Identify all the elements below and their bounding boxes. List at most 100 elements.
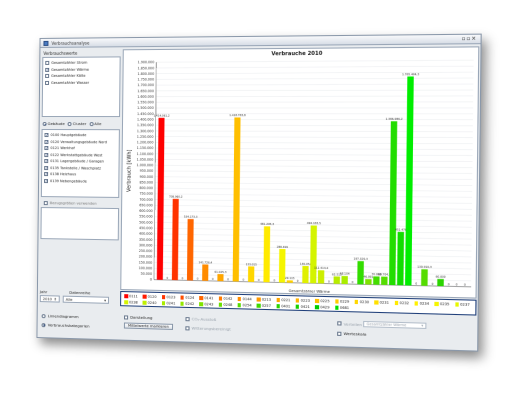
range-dropdown[interactable]: Alle ▾ [63,296,109,304]
y-tick-label: 750.000 [139,192,153,196]
gridline [155,205,472,209]
radio-categories[interactable]: Verbrauchskategorien [42,322,90,328]
legend-swatch [435,302,439,306]
distribute-dropdown[interactable]: Gesamtzähler Wärme ▾ [363,321,426,329]
window-controls[interactable]: ▫▫× [462,36,478,42]
bar-label: 0 [212,277,214,281]
legend-label: 0142 [223,297,232,301]
checkbox[interactable] [45,81,49,85]
mode-radio-cluster[interactable]: Cluster [68,121,87,126]
bar-label: 0 [456,282,458,286]
check-weather-adjusted[interactable]: Witterungsbereinigt [185,325,231,331]
y-tick-label: 1.700.000 [137,83,154,87]
mode-radio-building[interactable]: Gebäude [43,121,65,126]
legend-swatch [143,295,147,299]
bar-label: 197.320,3 [354,257,369,261]
y-tick-label: 800.000 [139,186,153,190]
bar-label: 451.478 [395,227,407,231]
y-tick-label: 1.650.000 [137,89,154,93]
y-tick-label: 450.000 [139,226,153,230]
radio-line-chart[interactable]: Liniendiagramm [42,313,79,319]
bar[interactable] [310,225,317,283]
y-tick-label: 600.000 [139,209,153,213]
y-tick-label: 350.000 [139,237,153,241]
bar[interactable] [302,266,308,283]
gridline [156,137,473,138]
y-tick-label: 1.350.000 [137,123,154,127]
gridline [155,142,472,143]
bar[interactable] [365,279,371,285]
year-spinner[interactable]: 2010 ⇕ [40,295,60,303]
bar[interactable] [233,117,241,281]
legend-swatch [455,303,459,307]
bar-chart: 050.000100.000150.000200.000250.000300.0… [121,47,480,299]
bar[interactable] [263,226,270,282]
mode-radio-all[interactable]: Alle [89,121,101,126]
window-title: Verbrauchsanalyse [51,41,89,46]
legend-label: 0225 [320,299,329,303]
legend-item: 0241 [162,300,176,306]
y-tick-label: 400.000 [139,232,153,236]
bar[interactable] [248,266,254,282]
legend-swatch [124,294,128,298]
close-icon[interactable]: × [471,36,477,42]
gridline [155,154,472,156]
y-tick-label: 900.000 [140,175,154,179]
legend-item: 0401 [276,303,290,310]
gridline [156,131,473,132]
checkbox[interactable] [45,68,49,72]
legend-label: 0421 [301,305,310,309]
bar[interactable] [437,279,444,286]
legend-label: 0257 [262,304,271,308]
bar[interactable] [318,270,324,283]
check-co2[interactable]: CO₂-Ausstoß [185,316,216,322]
check-value-scale[interactable]: Werteskala [337,331,366,337]
gridline [155,182,472,185]
y-tick-label: 700.000 [139,198,153,202]
building-item[interactable]: 0139 Nebengebäude [44,178,116,185]
bar[interactable] [381,277,387,285]
bar-label: 0 [464,282,466,286]
bar[interactable] [373,276,379,284]
mark-average-button[interactable]: Mittelwerte markieren [124,322,173,330]
values-group-label: Verbrauchswerte [43,50,120,56]
building-list: 0100 Hauptgebäude 0120 Verwaltungsgebäud… [41,129,120,198]
check-display[interactable]: Darstellung [124,314,153,320]
bar-label: 288.491 [277,245,289,249]
bar-label: 0 [197,277,199,281]
bar[interactable] [202,264,208,280]
bar[interactable] [389,121,397,285]
y-tick-label: 1.500.000 [137,106,154,110]
bar[interactable] [421,269,428,286]
gridline [155,217,472,222]
legend-swatch [199,296,203,300]
bar[interactable] [397,232,404,285]
reference-option[interactable]: Bezugsgrößen verwenden [41,201,119,206]
bar-label: 1.414.061,2 [154,114,170,118]
gridline [155,177,472,180]
chart-panel: Verbrauche 2010 0 50.000 100.000 150.000 200… [120,46,479,298]
check-distribute[interactable]: Verteilen Gesamtzähler Wärme ▾ [337,320,426,329]
legend-label: 0681 [340,306,349,310]
bar[interactable] [172,199,179,280]
y-tick-label: 1.150.000 [137,146,154,150]
bar[interactable] [287,280,293,282]
bar[interactable] [217,274,223,281]
legend-swatch [238,297,242,301]
bottom-options: Liniendiagramm Verbrauchskategorien Dars… [39,309,477,348]
bar[interactable] [187,219,194,280]
checkbox[interactable] [45,61,49,65]
bar[interactable] [357,261,364,284]
bar[interactable] [334,276,340,283]
legend-swatch [181,296,185,300]
bar-label: 0 [432,282,434,286]
app-window: Verbrauchsanalyse ▫▫× Verbrauchswerte Ge… [36,34,481,352]
legend-label: 0429 [320,305,329,309]
legend-item: 0231 [374,299,389,306]
legend-item: 0230 [355,299,369,306]
meter-type-item[interactable]: Gesamtzähler Wasser [45,79,117,86]
checkbox[interactable] [45,74,49,78]
bar-label: 0 [258,278,260,282]
legend-swatch [162,301,166,305]
bar[interactable] [341,276,347,284]
